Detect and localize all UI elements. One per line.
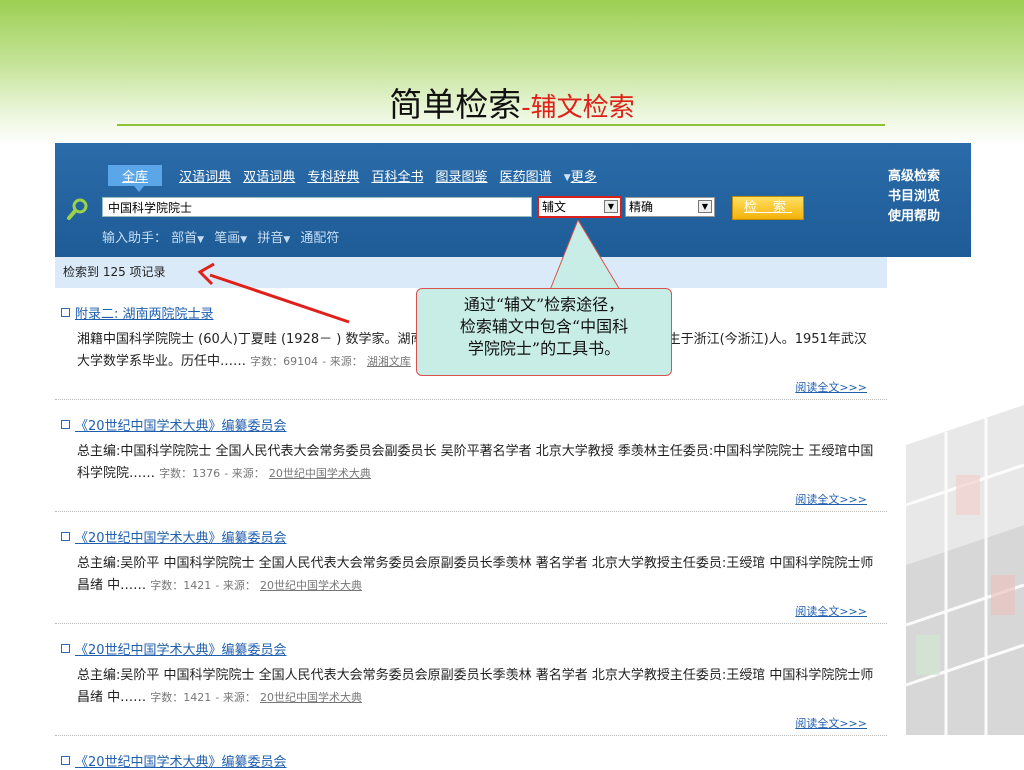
- slide-title-sub: -辅文检索: [521, 93, 635, 123]
- result-title-row: 《20世纪中国学术大典》编纂委员会: [61, 526, 287, 546]
- search-panel: 全库 汉语词典 双语词典 专科辞典 百科全书 图录图鉴 医药图谱 ▼更多 中国科…: [55, 143, 971, 257]
- result-title-row: 《20世纪中国学术大典》编纂委员会: [61, 638, 287, 658]
- result-title-row: 附录二: 湖南两院院士录: [61, 302, 214, 322]
- slide-title: 简单检索-辅文检索: [0, 78, 1024, 126]
- read-full-text-link[interactable]: 阅读全文>>>: [795, 603, 867, 619]
- result-source-link[interactable]: 20世纪中国学术大典: [269, 467, 371, 480]
- search-field-value: 辅文: [542, 200, 567, 214]
- search-field-select[interactable]: 辅文 ▼: [537, 196, 622, 218]
- callout-annotation: 通过“辅文”检索途径， 检索辅文中包含“中国科 学院院士”的工具书。: [416, 288, 672, 376]
- chevron-down-icon[interactable]: ▼: [604, 200, 618, 213]
- match-mode-select[interactable]: 精确 ▼: [625, 197, 715, 217]
- result-title-link[interactable]: 附录二: 湖南两院院士录: [75, 307, 214, 322]
- input-helper-row: 输入助手： 部首▼ 笔画▼ 拼音▼ 通配符: [102, 227, 345, 246]
- result-source-link[interactable]: 20世纪中国学术大典: [260, 691, 362, 704]
- tab-more[interactable]: 更多: [571, 166, 597, 185]
- result-count: 检索到 125 项记录: [55, 257, 887, 288]
- result-title-link[interactable]: 《20世纪中国学术大典》编纂委员会: [75, 643, 287, 658]
- input-helper-label: 输入助手：: [102, 231, 168, 246]
- result-source-link[interactable]: 湖湘文库: [367, 355, 411, 368]
- advanced-search-link[interactable]: 高级检索: [888, 167, 958, 187]
- read-full-text-link[interactable]: 阅读全文>>>: [795, 379, 867, 395]
- read-full-text-link[interactable]: 阅读全文>>>: [795, 491, 867, 507]
- result-divider: [55, 735, 887, 736]
- callout-line: 检索辅文中包含“中国科: [459, 317, 629, 336]
- result-divider: [55, 623, 887, 624]
- result-checkbox[interactable]: [61, 420, 70, 429]
- tab-specialized-dictionary[interactable]: 专科辞典: [307, 166, 359, 185]
- helper-wildcard[interactable]: 通配符: [300, 231, 339, 246]
- helper-stroke[interactable]: 笔画▼: [214, 231, 247, 246]
- callout-line: 通过“辅文”检索途径，: [463, 295, 625, 314]
- catalog-browse-link[interactable]: 书目浏览: [888, 187, 958, 207]
- match-mode-value: 精确: [629, 200, 654, 214]
- help-link[interactable]: 使用帮助: [888, 207, 958, 227]
- result-snippet: 总主编:吴阶平 中国科学院院士 全国人民代表大会常务委员会原副委员长季羡林 著名…: [77, 668, 874, 705]
- helper-radical[interactable]: 部首▼: [171, 231, 204, 246]
- red-arrow-annotation: [197, 262, 350, 324]
- search-button[interactable]: 检 索: [732, 196, 804, 220]
- chevron-down-icon[interactable]: ▼: [698, 200, 712, 213]
- callout-line: 学院院士”的工具书。: [467, 339, 621, 358]
- search-icon: [67, 198, 88, 220]
- helper-pinyin[interactable]: 拼音▼: [257, 231, 290, 246]
- chevron-down-icon: ▼: [563, 173, 571, 183]
- tab-bilingual-dictionary[interactable]: 双语词典: [243, 166, 295, 185]
- slide-title-main: 简单检索: [389, 85, 522, 124]
- result-snippet: 总主编:吴阶平 中国科学院院士 全国人民代表大会常务委员会原副委员长季羡林 著名…: [77, 556, 874, 593]
- result-divider: [55, 511, 887, 512]
- tab-chinese-dictionary[interactable]: 汉语词典: [179, 166, 231, 185]
- result-title-row: 《20世纪中国学术大典》编纂委员会: [61, 414, 287, 434]
- title-underline: [117, 124, 885, 126]
- callout-pointer: [549, 219, 621, 291]
- result-checkbox[interactable]: [61, 756, 70, 765]
- result-title-row: 《20世纪中国学术大典》编纂委员会: [61, 750, 287, 770]
- tab-all-library[interactable]: 全库: [108, 165, 163, 192]
- result-title-link[interactable]: 《20世纪中国学术大典》编纂委员会: [75, 419, 287, 434]
- tab-atlas[interactable]: 图录图鉴: [436, 166, 488, 185]
- result-title-link[interactable]: 《20世纪中国学术大典》编纂委员会: [75, 531, 287, 546]
- tab-medical-atlas[interactable]: 医药图谱: [500, 166, 552, 185]
- read-full-text-link[interactable]: 阅读全文>>>: [795, 715, 867, 731]
- result-snippet: 总主编:中国科学院院士 全国人民代表大会常务委员会副委员长 吴阶平著名学者 北京…: [77, 444, 874, 481]
- search-input[interactable]: 中国科学院院士: [102, 197, 532, 217]
- library-tabs: 全库 汉语词典 双语词典 专科辞典 百科全书 图录图鉴 医药图谱 ▼更多: [108, 165, 604, 192]
- result-checkbox[interactable]: [61, 644, 70, 653]
- decorative-cube-image: [905, 405, 1024, 735]
- side-links: 高级检索 书目浏览 使用帮助: [888, 167, 958, 227]
- result-source-link[interactable]: 20世纪中国学术大典: [260, 579, 362, 592]
- result-checkbox[interactable]: [61, 308, 70, 317]
- result-divider: [55, 399, 887, 400]
- result-checkbox[interactable]: [61, 532, 70, 541]
- tab-encyclopedia[interactable]: 百科全书: [371, 166, 423, 185]
